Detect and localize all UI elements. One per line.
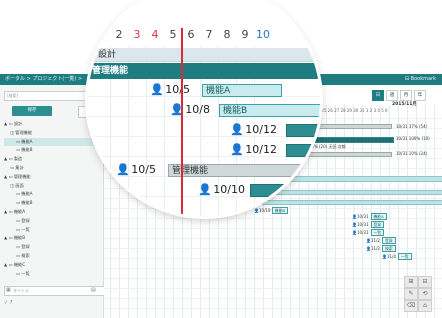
person-icon: 👤 [230, 123, 244, 136]
magnifier-lens: ▸ 3 2 3 4 5 6 7 8 9 10 設計 管理機能 👤 10/5 機能A 👤 10/8… [88, 0, 320, 216]
task-tag: 一覧 [397, 253, 412, 260]
small-task-item[interactable]: 👤10/31 機能A [352, 213, 387, 220]
month-label: 2015/11月 [392, 102, 417, 107]
lens-task-row-4[interactable]: 👤 10/12 [230, 143, 277, 156]
lens-task-bar-3[interactable] [286, 124, 320, 137]
lens-day-number: 4 [151, 28, 159, 41]
task-date: 10/12 [245, 143, 277, 156]
grid-row-line [104, 278, 442, 279]
lens-task-bar-1[interactable]: 機能A [202, 84, 282, 97]
progress-text-3: 10/31 10% (24) [396, 151, 428, 156]
tree-item[interactable]: ▭ 検索 [4, 252, 112, 260]
view-button[interactable]: 日 [372, 90, 384, 101]
tool-button[interactable]: ⌂ [418, 300, 432, 312]
lens-task-bar-4[interactable] [286, 144, 320, 157]
small-task-item[interactable]: 👤10/31 登録 [352, 221, 385, 228]
task-tag: 登録 [370, 221, 385, 228]
lens-day-number: 2 [115, 28, 123, 41]
tree-item[interactable]: ▲ ▭ 機能C [4, 261, 100, 269]
task-date: 10/31 [356, 230, 369, 235]
task-date: 10/31 [356, 222, 369, 227]
lens-day-number: 5 [169, 28, 177, 41]
section-caption-text: 設計 [98, 50, 117, 60]
tree-item[interactable]: ▭ 一覧 [4, 226, 112, 234]
view-button[interactable]: 週 [386, 90, 398, 101]
grid-row-line [104, 268, 442, 269]
lens-day-number: 8 [223, 28, 231, 41]
small-task-item[interactable]: 👤11/2 登録 [366, 237, 396, 244]
view-button[interactable]: 年 [414, 90, 426, 101]
lens-task-row-3[interactable]: 👤 10/12 [230, 123, 277, 136]
grid-icon[interactable]: ▦ [6, 287, 11, 293]
save-button[interactable]: 保存 [12, 106, 52, 116]
tree-item[interactable]: ▲ ▭ 管理機能 [4, 173, 100, 181]
task-date: 10/10 [213, 183, 245, 196]
task-tag: 一覧 [370, 229, 385, 236]
tree-item[interactable]: ▲ ▭ 機能A [4, 208, 100, 216]
progress-text-1: 10/31 37% (54) [396, 124, 428, 129]
tree-item[interactable]: ▭ 一覧 [4, 270, 112, 278]
task-date: 10/5 [131, 163, 156, 176]
lens-task-row-2[interactable]: 👤 10/8 [170, 103, 210, 116]
breadcrumb[interactable]: ポータル > プロジェクト(一覧) > [5, 74, 82, 85]
lens-task-bar-6[interactable] [250, 184, 320, 197]
person-icon: 👤 [116, 163, 130, 176]
lens-section-caption: 設計 [88, 48, 320, 62]
small-task-item[interactable]: 👤11/4 一覧 [382, 253, 412, 260]
lens-day-header: 2 3 4 5 6 7 8 9 10 [88, 24, 320, 46]
tree-item[interactable]: ▭ 登録 [4, 217, 112, 225]
small-task-item[interactable]: 👤11/2 検索 [366, 245, 396, 252]
tree-item[interactable]: ▭ 登録 [4, 243, 112, 251]
lens-day-number: 7 [205, 28, 213, 41]
task-tag: 登録 [381, 237, 396, 244]
today-line [181, 28, 183, 216]
view-button[interactable]: 月 [400, 90, 412, 101]
person-icon: 👤 [198, 183, 212, 196]
lens-task-row-6[interactable]: 👤 10/10 [198, 183, 245, 196]
task-date: 11/2 [370, 246, 380, 251]
task-date: 10/5 [165, 83, 190, 96]
task-date: 11/2 [370, 238, 380, 243]
tool-button[interactable]: ⟲ [418, 288, 432, 300]
lens-group-band[interactable]: 管理機能 [88, 63, 320, 79]
person-icon: 👤 [230, 143, 244, 156]
grid-row-line [104, 298, 442, 299]
person-icon: 👤 [150, 83, 164, 96]
lens-day-number: 9 [241, 28, 249, 41]
lens-day-number: 10 [256, 28, 270, 41]
tool-button[interactable]: ✎ [404, 288, 418, 300]
tool-button[interactable]: ⊟ [418, 276, 432, 288]
tree-item[interactable]: ▲ ▭ 製造 [4, 155, 100, 163]
task-tag: 機能A [370, 213, 387, 220]
grid-line [434, 105, 435, 318]
task-date: 11/4 [386, 254, 396, 259]
tool-button[interactable]: ⌫ [404, 300, 418, 312]
lens-task-bar-5[interactable]: 管理機能 [168, 164, 320, 177]
grid-row-line [104, 228, 442, 229]
bookmark-link[interactable]: ⊟ Bookmark [405, 74, 436, 85]
lens-task-bar-2[interactable]: 機能B [219, 104, 320, 117]
task-date: 10/31 [356, 214, 369, 219]
sidebar-footer-icons[interactable]: ✓ ? [4, 300, 12, 306]
grid-row-line [104, 308, 442, 309]
task-date: 10/12 [245, 123, 277, 136]
tool-button[interactable]: ⊞ [404, 276, 418, 288]
tree-item[interactable]: ▲ ▭ 機能B [4, 234, 100, 242]
search-input[interactable]: [検索] [4, 91, 88, 101]
lens-task-row-5[interactable]: 👤 10/5 [116, 163, 156, 176]
partial-header: ▸ 3 [114, 6, 128, 16]
lens-task-row-1[interactable]: 👤 10/5 [150, 83, 190, 96]
grid-row-line [104, 288, 442, 289]
grid-row-line [104, 218, 442, 219]
tree-item[interactable]: ▲ ▭ 設計 [4, 120, 100, 128]
progress-text-2: 10/31 100% (10) [396, 136, 430, 141]
small-task-item[interactable]: 👤10/31 一覧 [352, 229, 385, 236]
task-date: 10/8 [185, 103, 210, 116]
task-tag: 検索 [381, 245, 396, 252]
lens-day-number: 3 [133, 28, 141, 41]
calendar-icon[interactable]: ▤ [91, 287, 96, 293]
bookmark-label: Bookmark [410, 76, 436, 82]
lens-day-number: 6 [187, 28, 195, 41]
